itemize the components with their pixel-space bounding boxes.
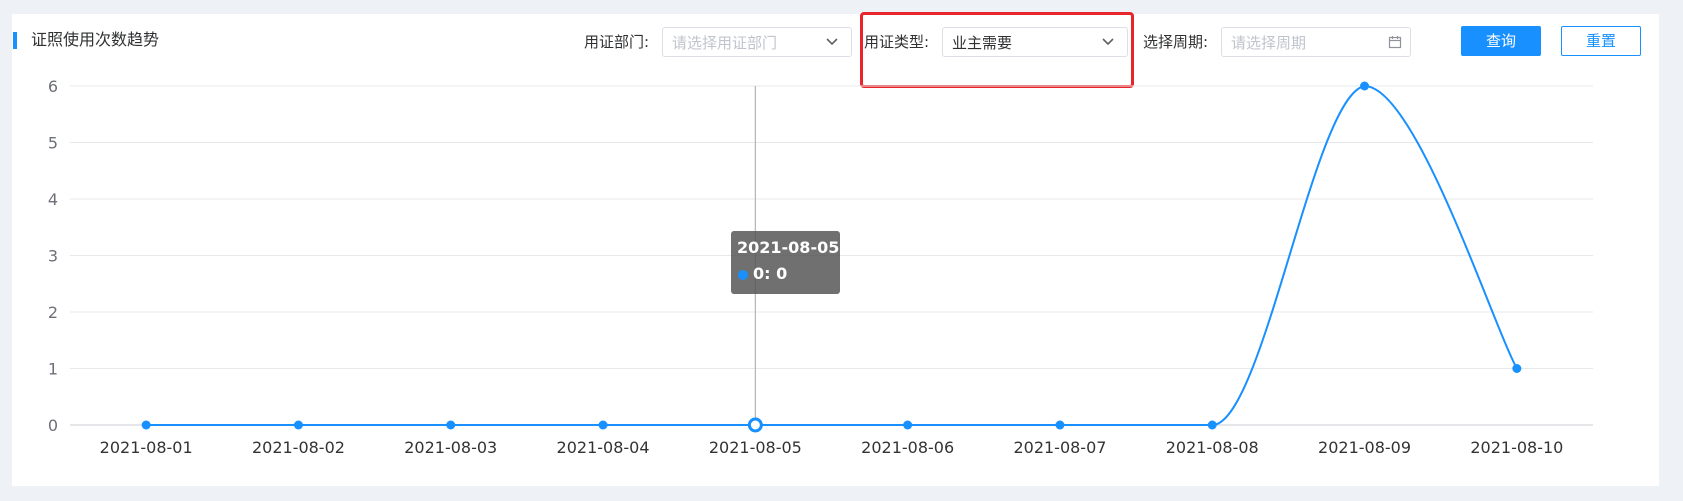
data-point <box>598 420 608 430</box>
data-point-hovered <box>747 417 763 433</box>
y-tick-label: 0 <box>48 416 58 435</box>
data-point <box>141 420 151 430</box>
x-tick-label: 2021-08-07 <box>1013 438 1106 457</box>
x-tick-label: 2021-08-06 <box>861 438 954 457</box>
y-tick-label: 2 <box>48 303 58 322</box>
tooltip-date: 2021-08-05 <box>737 238 840 257</box>
x-tick-label: 2021-08-01 <box>100 438 193 457</box>
x-tick-label: 2021-08-09 <box>1318 438 1411 457</box>
y-tick-label: 1 <box>48 360 58 379</box>
line-chart: 0 1 2 3 4 5 6 2021-08-01 2021-08-02 2021-08-03 202… <box>48 77 1593 457</box>
data-point <box>1512 364 1522 373</box>
y-tick-label: 4 <box>48 190 58 209</box>
y-tick-label: 5 <box>48 134 58 153</box>
data-point <box>903 420 913 430</box>
x-tick-label: 2021-08-02 <box>252 438 345 457</box>
chart-tooltip: 2021-08-05 0: 0 <box>731 231 840 294</box>
y-tick-label: 3 <box>48 247 58 266</box>
data-point <box>1207 420 1217 430</box>
x-tick-label: 2021-08-10 <box>1470 438 1563 457</box>
tooltip-series-dot <box>738 270 748 280</box>
x-tick-label: 2021-08-08 <box>1166 438 1259 457</box>
data-point <box>1360 81 1370 91</box>
data-point <box>446 420 456 430</box>
tooltip-value: 0: 0 <box>753 264 788 283</box>
x-tick-label: 2021-08-03 <box>404 438 497 457</box>
x-tick-label: 2021-08-05 <box>709 438 802 457</box>
x-tick-label: 2021-08-04 <box>557 438 650 457</box>
y-tick-label: 6 <box>48 77 58 96</box>
data-point <box>1055 420 1065 430</box>
data-point <box>293 420 303 430</box>
